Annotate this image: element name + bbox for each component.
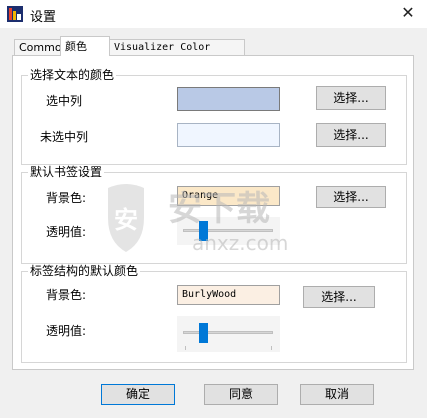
ok-button[interactable]: 确定	[101, 384, 175, 405]
bookmark-alpha-track	[183, 229, 273, 232]
selected-column-label: 选中列	[46, 94, 83, 108]
group-title-text-colors: 选择文本的颜色	[28, 68, 117, 82]
tab-panel: 选择文本的颜色 选中列 选择... 未选中列 选择... 默认书签设置 背景色:…	[12, 55, 414, 370]
tag-alpha-label: 透明值:	[46, 324, 87, 338]
choose-selected-color-button[interactable]: 选择...	[316, 86, 386, 110]
slider-tick	[185, 346, 186, 350]
bookmark-alpha-slider[interactable]	[177, 217, 280, 245]
tab-colors[interactable]: 颜色	[60, 36, 110, 56]
close-icon[interactable]: ✕	[397, 2, 419, 24]
choose-tag-color-button[interactable]: 选择...	[303, 286, 375, 308]
cancel-button[interactable]: 取消	[300, 384, 374, 405]
slider-tick	[271, 346, 272, 350]
bookmark-alpha-thumb[interactable]	[199, 221, 209, 241]
agree-button[interactable]: 同意	[204, 384, 278, 405]
app-icon	[7, 6, 23, 22]
choose-unselected-color-button[interactable]: 选择...	[316, 123, 386, 147]
unselected-column-label: 未选中列	[40, 130, 89, 144]
bookmark-bg-color-field[interactable]: Orange	[177, 186, 280, 206]
tag-bg-color-field[interactable]: BurlyWood	[177, 285, 280, 305]
tag-alpha-slider[interactable]	[177, 316, 280, 352]
group-tag-defaults: 标签结构的默认颜色 背景色: BurlyWood 选择... 透明值:	[21, 264, 407, 363]
window-title: 设置	[30, 10, 57, 25]
choose-bookmark-color-button[interactable]: 选择...	[316, 186, 386, 208]
tag-alpha-track	[183, 331, 273, 334]
group-bookmark-settings: 默认书签设置 背景色: Orange 选择... 透明值:	[21, 165, 407, 264]
tab-visualizer-color-maps[interactable]: Visualizer Color Maps	[109, 39, 245, 69]
selected-column-color-swatch	[177, 87, 280, 111]
group-text-colors: 选择文本的颜色 选中列 选择... 未选中列 选择...	[21, 68, 407, 165]
tag-bg-label: 背景色:	[46, 288, 87, 302]
group-title-bookmark-settings: 默认书签设置	[28, 165, 105, 179]
tag-alpha-thumb[interactable]	[199, 323, 209, 343]
group-title-tag-defaults: 标签结构的默认颜色	[28, 264, 141, 278]
title-bar: 设置 ✕	[0, 0, 427, 28]
tab-common[interactable]: Common	[14, 39, 69, 56]
bookmark-bg-label: 背景色:	[46, 191, 87, 205]
bookmark-alpha-label: 透明值:	[46, 225, 87, 239]
unselected-column-color-swatch	[177, 123, 280, 147]
